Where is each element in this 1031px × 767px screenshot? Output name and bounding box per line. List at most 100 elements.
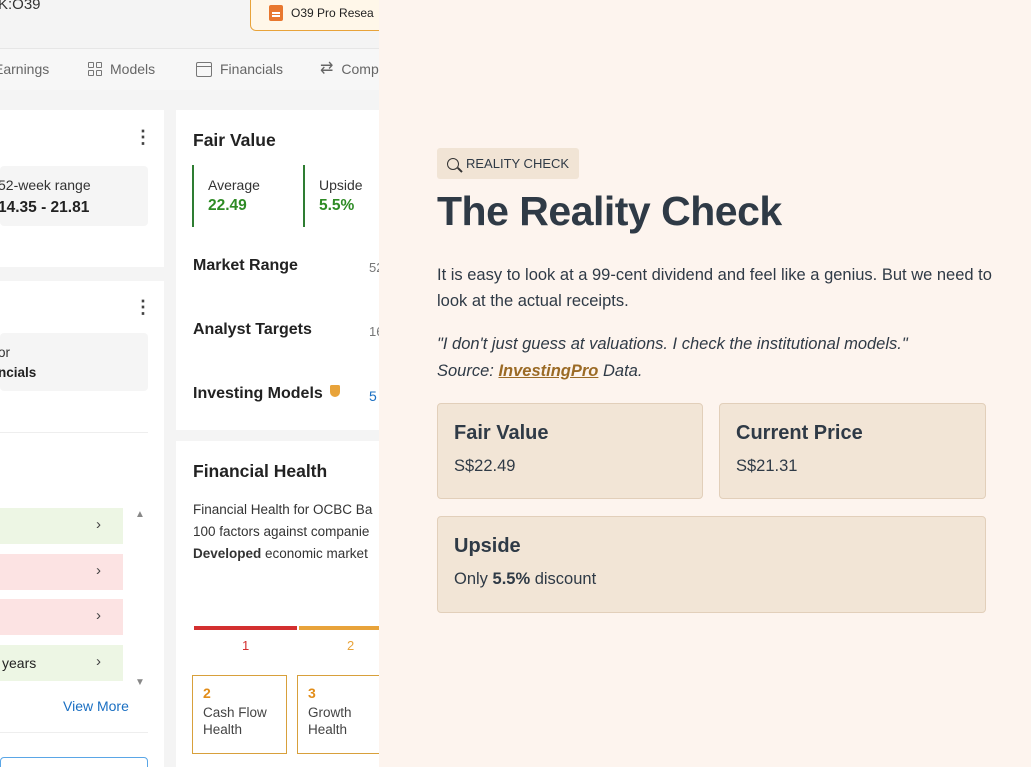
health-score-1: 1 bbox=[242, 638, 250, 653]
current-price-stat-value: S$21.31 bbox=[736, 457, 798, 475]
tab-models[interactable]: Models bbox=[88, 61, 155, 77]
upside-stat-title: Upside bbox=[454, 535, 521, 557]
tab-earnings-label: Earnings bbox=[0, 61, 50, 77]
source-prefix: Source: bbox=[437, 362, 499, 380]
investing-models-value[interactable]: 5 bbox=[369, 388, 377, 404]
badge-label: REALITY CHECK bbox=[466, 156, 570, 171]
description-bold: Developed bbox=[193, 546, 262, 561]
financial-health-description: Financial Health for OCBC Ba 100 factors… bbox=[193, 499, 379, 565]
range-value: 14.35 - 21.81 bbox=[0, 199, 90, 216]
upside-stat-value: Only 5.5% discount bbox=[454, 570, 969, 589]
scroll-up-icon[interactable]: ▲ bbox=[135, 509, 145, 520]
list-item[interactable]: › bbox=[0, 508, 123, 544]
health-bar-segment-1 bbox=[194, 626, 297, 630]
cash-flow-line-2: Health bbox=[203, 722, 243, 737]
grid-icon bbox=[88, 62, 102, 76]
market-range-label: Market Range bbox=[193, 257, 298, 274]
calendar-icon bbox=[196, 61, 212, 77]
upside-prefix: Only bbox=[454, 570, 493, 588]
second-card: ⋮ or ncials › › › years › ▲ ▼ View More bbox=[0, 281, 164, 767]
growth-score: 3 bbox=[308, 685, 316, 701]
fair-value-stat-value: S$22.49 bbox=[454, 457, 516, 475]
range-card: ⋮ 52-week range 14.35 - 21.81 bbox=[0, 110, 164, 267]
cash-flow-line-1: Cash Flow bbox=[203, 705, 267, 720]
tab-compare[interactable]: ⇄ Comp bbox=[320, 60, 379, 78]
divider bbox=[0, 432, 148, 433]
chevron-right-icon: › bbox=[96, 607, 101, 624]
market-range-value: 52 bbox=[369, 260, 379, 275]
pro-research-label: O39 Pro Resea bbox=[291, 5, 374, 20]
fair-value-stat-card: Fair Value S$22.49 bbox=[437, 403, 703, 499]
divider bbox=[0, 732, 148, 733]
tab-financials[interactable]: Financials bbox=[196, 61, 283, 77]
chevron-right-icon: › bbox=[96, 562, 101, 579]
list-item-label: years bbox=[2, 655, 37, 671]
intro-paragraph: It is easy to look at a 99-cent dividend… bbox=[437, 266, 992, 310]
pro-shield-icon bbox=[330, 385, 341, 397]
quote-block: "I don't just guess at valuations. I che… bbox=[437, 331, 997, 385]
analyst-targets-value: 16 bbox=[369, 324, 379, 339]
investing-models-text: Investing Models bbox=[193, 385, 323, 402]
cash-flow-score: 2 bbox=[203, 685, 211, 701]
cash-flow-label: Cash Flow Health bbox=[203, 704, 276, 738]
average-value: 22.49 bbox=[208, 197, 247, 214]
view-more-link[interactable]: View More bbox=[63, 698, 129, 714]
health-bar-segment-2 bbox=[299, 626, 379, 630]
article-panel: REALITY CHECK The Reality Check It is ea… bbox=[379, 0, 1031, 767]
compare-arrows-icon: ⇄ bbox=[320, 60, 334, 77]
section-badge: REALITY CHECK bbox=[437, 148, 580, 179]
range-label: 52-week range bbox=[0, 177, 91, 193]
growth-line-1: Growth bbox=[308, 705, 352, 720]
financial-health-card: Financial Health Financial Health for OC… bbox=[176, 441, 379, 767]
more-options-icon[interactable]: ⋮ bbox=[134, 128, 152, 146]
list-item[interactable]: years › bbox=[0, 645, 123, 681]
upside-box: Upside 5.5% bbox=[303, 165, 363, 227]
tab-models-label: Models bbox=[110, 61, 156, 77]
more-options-icon[interactable]: ⋮ bbox=[134, 298, 152, 316]
current-price-stat-card: Current Price S$21.31 bbox=[719, 403, 986, 499]
analyst-targets-label: Analyst Targets bbox=[193, 321, 312, 338]
average-box: Average 22.49 bbox=[192, 165, 260, 227]
tab-financials-label: Financials bbox=[220, 61, 284, 77]
upside-label: Upside bbox=[319, 177, 363, 193]
pdf-icon bbox=[269, 4, 283, 21]
description-line-3: Developed economic market bbox=[193, 543, 379, 565]
fair-value-title: Fair Value bbox=[193, 130, 276, 150]
investing-models-label: Investing Models bbox=[193, 385, 341, 403]
tab-compare-label: Comp bbox=[341, 61, 379, 77]
quote-text: "I don't just guess at valuations. I che… bbox=[437, 335, 908, 353]
description-line-1: Financial Health for OCBC Ba bbox=[193, 502, 373, 517]
fair-value-card: Fair Value Average 22.49 Upside 5.5% Mar… bbox=[176, 110, 379, 430]
scroll-down-icon[interactable]: ▼ bbox=[135, 677, 145, 688]
financial-health-title: Financial Health bbox=[193, 461, 328, 481]
growth-health-box[interactable]: 3 Growth Health bbox=[297, 675, 379, 754]
info-line-1: or bbox=[0, 345, 11, 360]
ticker-symbol: K:O39 bbox=[0, 0, 41, 13]
bottom-input[interactable] bbox=[0, 757, 148, 767]
description-line-2: 100 factors against companie bbox=[193, 524, 370, 539]
upside-percent: 5.5% bbox=[492, 570, 531, 588]
pro-research-button[interactable]: O39 Pro Resea bbox=[250, 0, 379, 31]
tab-earnings[interactable]: Earnings bbox=[0, 61, 49, 77]
upside-stat-card: Upside Only 5.5% discount bbox=[437, 516, 986, 613]
upside-suffix: discount bbox=[530, 570, 597, 588]
upside-value: 5.5% bbox=[319, 197, 355, 214]
growth-line-2: Health bbox=[308, 722, 348, 737]
info-box bbox=[0, 333, 148, 391]
search-icon bbox=[447, 157, 459, 170]
cash-flow-health-box[interactable]: 2 Cash Flow Health bbox=[192, 675, 287, 754]
info-line-2: ncials bbox=[0, 365, 37, 380]
tab-bar: Earnings Models Financials ⇄ Comp bbox=[0, 48, 379, 90]
investingpro-link[interactable]: InvestingPro bbox=[498, 362, 598, 380]
average-label: Average bbox=[208, 177, 260, 193]
source-suffix: Data. bbox=[598, 362, 643, 380]
description-rest: economic market bbox=[261, 546, 368, 561]
current-price-stat-title: Current Price bbox=[736, 422, 863, 444]
health-score-2: 2 bbox=[347, 638, 355, 653]
chevron-right-icon: › bbox=[96, 653, 101, 670]
list-item[interactable]: › bbox=[0, 554, 123, 590]
list-item[interactable]: › bbox=[0, 599, 123, 635]
source-line: Source: InvestingPro Data. bbox=[437, 358, 997, 385]
chevron-right-icon: › bbox=[96, 516, 101, 533]
range-box bbox=[0, 166, 148, 226]
